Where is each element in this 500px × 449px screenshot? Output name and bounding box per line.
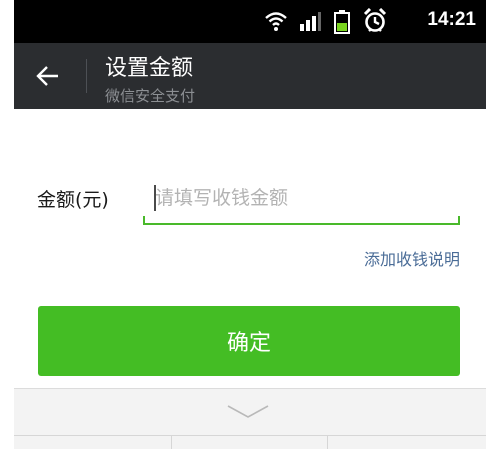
action-bar-divider [86,59,87,93]
input-underline-left-tick [143,216,145,224]
amount-field [143,176,460,226]
app-screen: 14:21 设置金额 微信安全支付 金额(元) 添加收钱说明 确定 [0,0,500,449]
phone-screen: 14:21 设置金额 微信安全支付 金额(元) 添加收钱说明 确定 [14,0,486,449]
arrow-left-icon[interactable] [36,65,60,91]
status-bar: 14:21 [14,0,486,43]
page-subtitle: 微信安全支付 [105,87,196,105]
wifi-icon [264,10,288,36]
amount-input[interactable] [143,176,460,220]
chevron-down-icon[interactable] [226,403,270,425]
signal-icon [299,10,321,36]
add-note-link[interactable]: 添加收钱说明 [364,246,460,270]
page-title: 设置金额 [105,56,194,81]
battery-icon [334,10,350,38]
alarm-icon [363,7,387,38]
keyboard-panel [14,388,486,449]
amount-label: 金额(元) [37,189,109,211]
status-time: 14:21 [427,9,476,30]
confirm-button[interactable]: 确定 [38,306,460,376]
text-caret [154,185,156,211]
keyboard-row-divider [14,435,486,436]
keyboard-key-divider [171,436,172,449]
input-underline [143,223,460,225]
action-bar: 设置金额 微信安全支付 [14,43,486,109]
keyboard-key-divider [327,436,328,449]
input-underline-right-tick [458,216,460,224]
